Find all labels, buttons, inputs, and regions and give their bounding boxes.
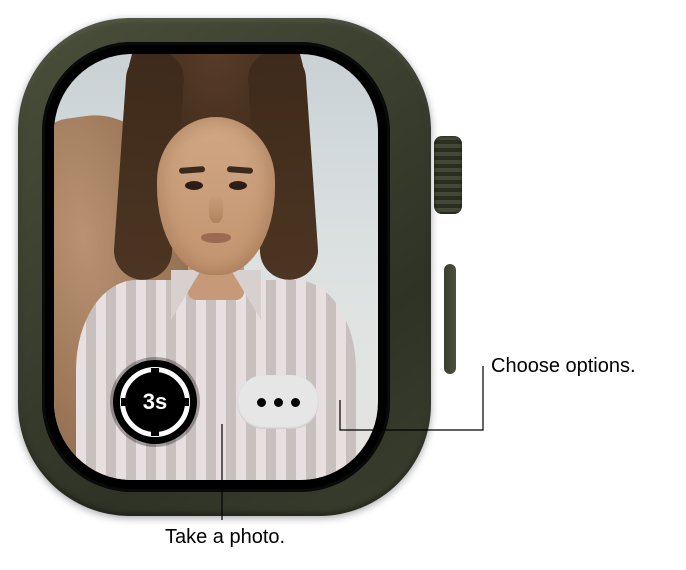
apple-watch-device: 3s	[18, 18, 448, 516]
ellipsis-icon	[257, 398, 266, 407]
side-button[interactable]	[444, 264, 456, 374]
camera-viewfinder[interactable]: 3s	[54, 54, 378, 480]
ellipsis-icon	[291, 398, 300, 407]
callout-options: Choose options.	[491, 355, 636, 378]
digital-crown[interactable]	[434, 136, 462, 214]
callout-shutter: Take a photo.	[165, 526, 285, 549]
shutter-button[interactable]: 3s	[113, 360, 197, 444]
shutter-timer-label: 3s	[143, 389, 167, 415]
camera-controls: 3s	[54, 360, 378, 444]
watch-screen: 3s	[42, 42, 390, 492]
ellipsis-icon	[274, 398, 283, 407]
watch-case: 3s	[18, 18, 431, 516]
more-options-button[interactable]	[237, 375, 319, 429]
